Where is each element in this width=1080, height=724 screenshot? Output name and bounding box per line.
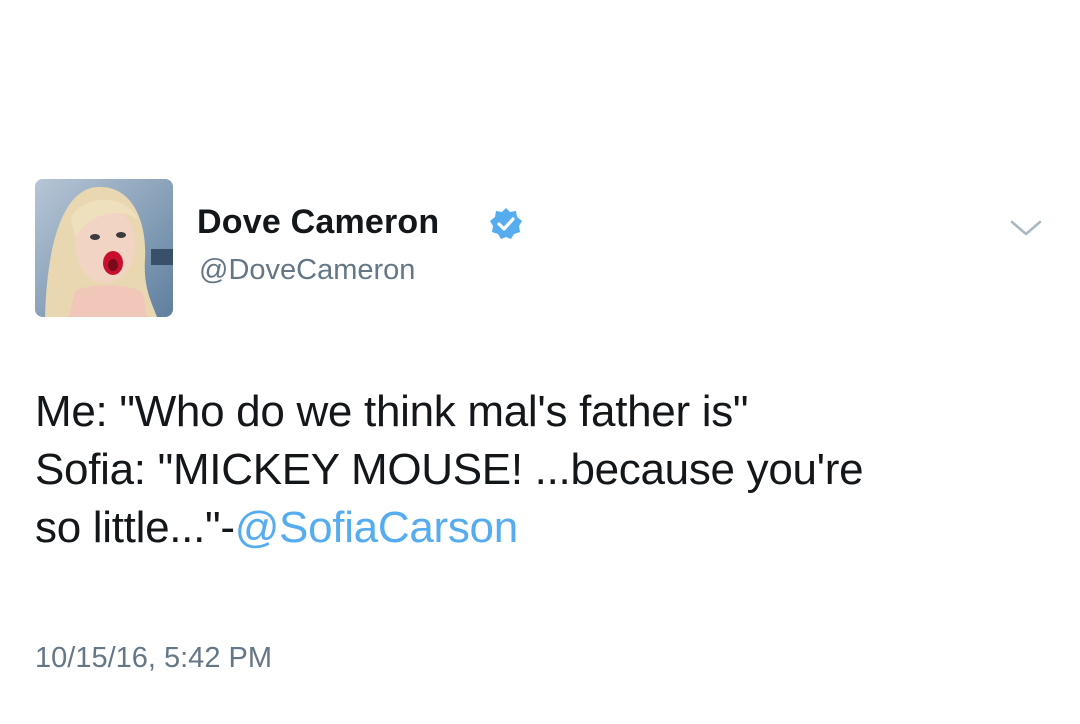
chevron-down-icon[interactable] <box>1008 216 1044 240</box>
handle[interactable]: @DoveCameron <box>199 254 415 287</box>
tweet-line: so little..."-@SofiaCarson <box>35 499 1065 557</box>
verified-badge-icon <box>490 208 522 239</box>
tweet-card: Dove Cameron @DoveCameron Me: "Who do we… <box>0 0 1080 724</box>
display-name[interactable]: Dove Cameron <box>197 203 439 242</box>
timestamp[interactable]: 10/15/16, 5:42 PM <box>35 642 272 675</box>
tweet-line: Sofia: "MICKEY MOUSE! ...because you're <box>35 445 864 494</box>
avatar[interactable] <box>35 179 173 317</box>
tweet-line-text: so little..."- <box>35 503 235 552</box>
avatar-image <box>35 179 173 317</box>
mention-link[interactable]: @SofiaCarson <box>235 503 519 552</box>
tweet-text: Me: "Who do we think mal's father is" So… <box>35 383 1065 557</box>
tweet-line: Me: "Who do we think mal's father is" <box>35 387 749 436</box>
